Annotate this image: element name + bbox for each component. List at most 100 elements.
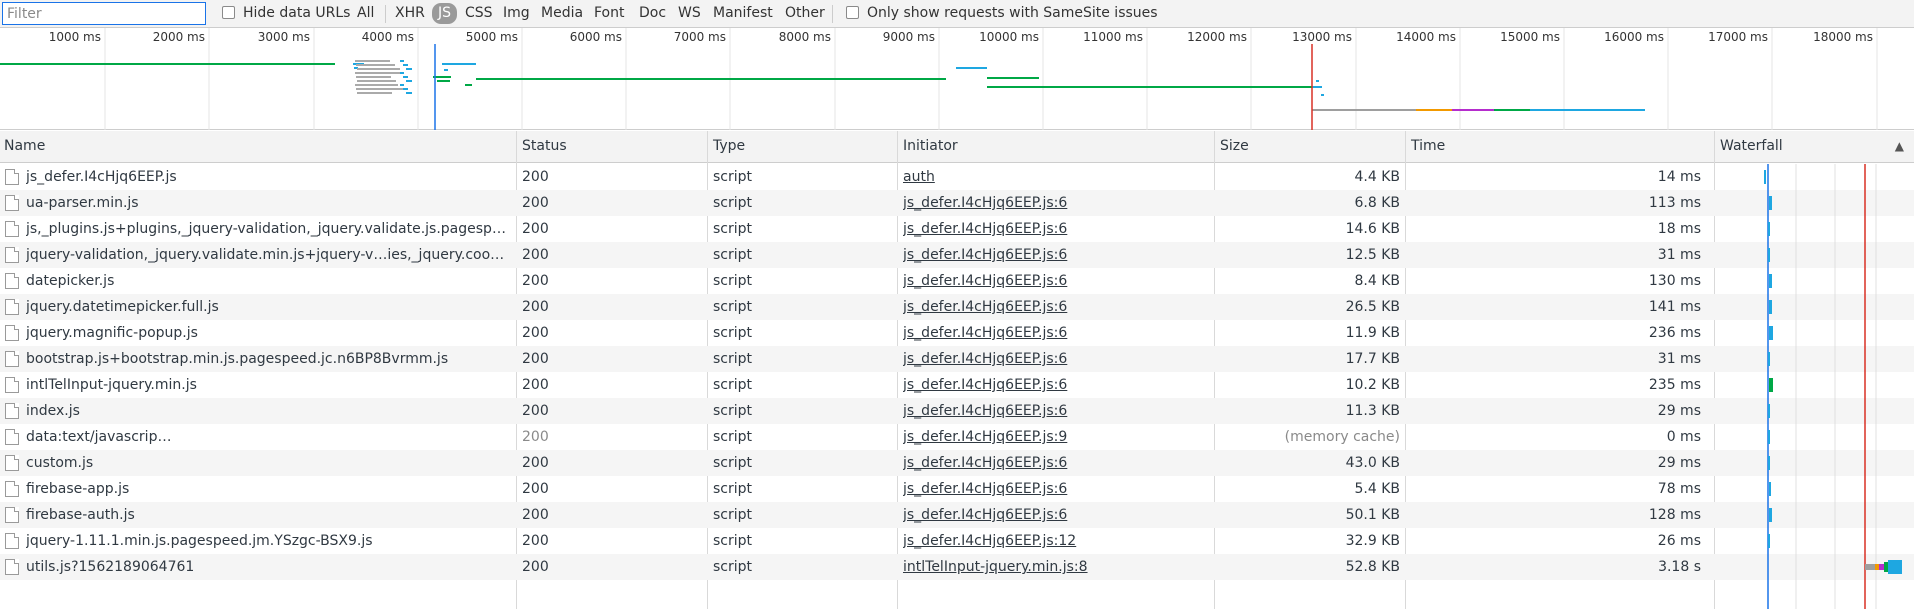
request-size: (memory cache) [1284, 429, 1400, 445]
type-filter-media[interactable]: Media [538, 3, 586, 24]
table-row[interactable]: ua-parser.min.js 200 script js_defer.I4cHjq… [0, 190, 1914, 216]
request-name[interactable]: index.js [26, 398, 510, 424]
request-name[interactable]: js_defer.I4cHjq6EEP.js [26, 164, 510, 190]
request-name[interactable]: ua-parser.min.js [26, 190, 510, 216]
request-initiator-link[interactable]: js_defer.I4cHjq6EEP.js:12 [903, 528, 1209, 554]
column-header-size[interactable]: Size [1216, 131, 1249, 163]
column-header-time[interactable]: Time [1407, 131, 1445, 163]
table-row[interactable]: js_defer.I4cHjq6EEP.js 200 script auth 4.4 K… [0, 164, 1914, 190]
type-filter-doc[interactable]: Doc [636, 3, 669, 24]
request-name[interactable]: jquery-validation,_jquery.validate.min.j… [26, 242, 510, 268]
sort-ascending-icon[interactable]: ▲ [1895, 131, 1904, 163]
request-initiator-link[interactable]: js_defer.I4cHjq6EEP.js:6 [903, 242, 1209, 268]
table-row[interactable]: bootstrap.js+bootstrap.min.js.pagespeed.… [0, 346, 1914, 372]
script-file-icon [5, 195, 19, 211]
type-filter-font[interactable]: Font [591, 3, 627, 24]
request-name[interactable]: custom.js [26, 450, 510, 476]
hide-data-urls-checkbox[interactable] [222, 6, 235, 19]
request-name[interactable]: utils.js?1562189064761 [26, 554, 510, 580]
script-file-icon [5, 377, 19, 393]
request-size: 14.6 KB [1345, 221, 1400, 237]
table-row[interactable]: jquery.magnific-popup.js 200 script js_defe… [0, 320, 1914, 346]
column-header-name[interactable]: Name [0, 131, 45, 163]
table-row[interactable]: jquery-1.11.1.min.js.pagespeed.jm.YSzgc-… [0, 528, 1914, 554]
request-initiator-link[interactable]: js_defer.I4cHjq6EEP.js:6 [903, 450, 1209, 476]
request-name[interactable]: data:text/javascrip… [26, 424, 510, 450]
request-name[interactable]: jquery-1.11.1.min.js.pagespeed.jm.YSzgc-… [26, 528, 510, 554]
type-filter-js[interactable]: JS [432, 3, 458, 24]
table-row[interactable]: intlTelInput-jquery.min.js 200 script js_de… [0, 372, 1914, 398]
table-row[interactable]: data:text/javascrip… 200 script js_defer.I4… [0, 424, 1914, 450]
overview-request-bar [956, 67, 987, 69]
column-header-status[interactable]: Status [518, 131, 567, 163]
request-initiator-link[interactable]: intlTelInput-jquery.min.js:8 [903, 554, 1209, 580]
request-initiator-link[interactable]: js_defer.I4cHjq6EEP.js:6 [903, 502, 1209, 528]
request-status: 200 [522, 533, 549, 549]
column-header-type[interactable]: Type [709, 131, 745, 163]
request-initiator-link[interactable]: js_defer.I4cHjq6EEP.js:6 [903, 372, 1209, 398]
table-row[interactable]: jquery-validation,_jquery.validate.min.j… [0, 242, 1914, 268]
request-initiator-link[interactable]: js_defer.I4cHjq6EEP.js:6 [903, 476, 1209, 502]
column-header-waterfall[interactable]: Waterfall [1716, 131, 1783, 163]
timeline-overview[interactable]: 1000 ms 2000 ms 3000 ms 4000 ms 5000 ms 6000 … [0, 28, 1914, 130]
column-header-initiator[interactable]: Initiator [899, 131, 958, 163]
request-initiator-link[interactable]: js_defer.I4cHjq6EEP.js:9 [903, 424, 1209, 450]
waterfall-request-bar [1884, 562, 1888, 572]
request-initiator-link[interactable]: auth [903, 164, 1209, 190]
request-status: 200 [522, 299, 549, 315]
request-status: 200 [522, 429, 549, 445]
request-name[interactable]: js,_plugins.js+plugins,_jquery-validatio… [26, 216, 510, 242]
type-filter-manifest[interactable]: Manifest [710, 3, 776, 24]
overview-tick-label: 13000 ms [1292, 30, 1352, 44]
samesite-checkbox[interactable] [846, 6, 859, 19]
request-time: 236 ms [1648, 325, 1701, 341]
overview-request-bar [476, 78, 946, 80]
request-initiator-link[interactable]: js_defer.I4cHjq6EEP.js:6 [903, 346, 1209, 372]
request-name[interactable]: firebase-app.js [26, 476, 510, 502]
table-row[interactable]: js,_plugins.js+plugins,_jquery-validatio… [0, 216, 1914, 242]
waterfall-chart [1764, 164, 1902, 609]
script-file-icon [5, 247, 19, 263]
filter-input[interactable] [2, 2, 206, 25]
script-file-icon [5, 481, 19, 497]
request-time: 31 ms [1657, 247, 1701, 263]
request-name[interactable]: firebase-auth.js [26, 502, 510, 528]
overview-request-bar [437, 80, 450, 82]
table-row[interactable]: utils.js?1562189064761 200 script intlTelIn… [0, 554, 1914, 580]
type-filter-xhr[interactable]: XHR [392, 3, 428, 24]
table-row[interactable]: custom.js 200 script js_defer.I4cHjq6EEP.js… [0, 450, 1914, 476]
request-time: 29 ms [1657, 455, 1701, 471]
request-initiator-link[interactable]: js_defer.I4cHjq6EEP.js:6 [903, 320, 1209, 346]
waterfall-request-bar [1879, 564, 1884, 570]
request-initiator-link[interactable]: js_defer.I4cHjq6EEP.js:6 [903, 268, 1209, 294]
request-initiator-link[interactable]: js_defer.I4cHjq6EEP.js:6 [903, 398, 1209, 424]
request-name[interactable]: intlTelInput-jquery.min.js [26, 372, 510, 398]
table-row[interactable]: index.js 200 script js_defer.I4cHjq6EEP.js:… [0, 398, 1914, 424]
script-file-icon [5, 299, 19, 315]
table-row[interactable]: datepicker.js 200 script js_defer.I4cHjq6EE… [0, 268, 1914, 294]
table-row[interactable]: firebase-auth.js 200 script js_defer.I4cHjq… [0, 502, 1914, 528]
request-name[interactable]: bootstrap.js+bootstrap.min.js.pagespeed.… [26, 346, 510, 372]
request-time: 26 ms [1657, 533, 1701, 549]
request-name[interactable]: jquery.datetimepicker.full.js [26, 294, 510, 320]
type-filter-other[interactable]: Other [782, 3, 828, 24]
overview-request-bar [403, 76, 408, 78]
table-row[interactable]: firebase-app.js 200 script js_defer.I4cHjq6… [0, 476, 1914, 502]
waterfall-request-bar [1769, 196, 1772, 210]
table-row[interactable]: jquery.datetimepicker.full.js 200 script js… [0, 294, 1914, 320]
request-name[interactable]: datepicker.js [26, 268, 510, 294]
overview-request-bar [355, 84, 398, 86]
request-name[interactable]: jquery.magnific-popup.js [26, 320, 510, 346]
type-filter-img[interactable]: Img [500, 3, 533, 24]
request-type: script [713, 377, 753, 393]
overview-tick-label: 9000 ms [883, 30, 935, 44]
request-initiator-link[interactable]: js_defer.I4cHjq6EEP.js:6 [903, 190, 1209, 216]
script-file-icon [5, 533, 19, 549]
type-filter-all[interactable]: All [354, 3, 377, 24]
type-filter-css[interactable]: CSS [462, 3, 496, 24]
request-initiator-link[interactable]: js_defer.I4cHjq6EEP.js:6 [903, 216, 1209, 242]
overview-tick-label: 3000 ms [258, 30, 310, 44]
type-filter-ws[interactable]: WS [675, 3, 704, 24]
request-size: 5.4 KB [1354, 481, 1401, 497]
request-initiator-link[interactable]: js_defer.I4cHjq6EEP.js:6 [903, 294, 1209, 320]
